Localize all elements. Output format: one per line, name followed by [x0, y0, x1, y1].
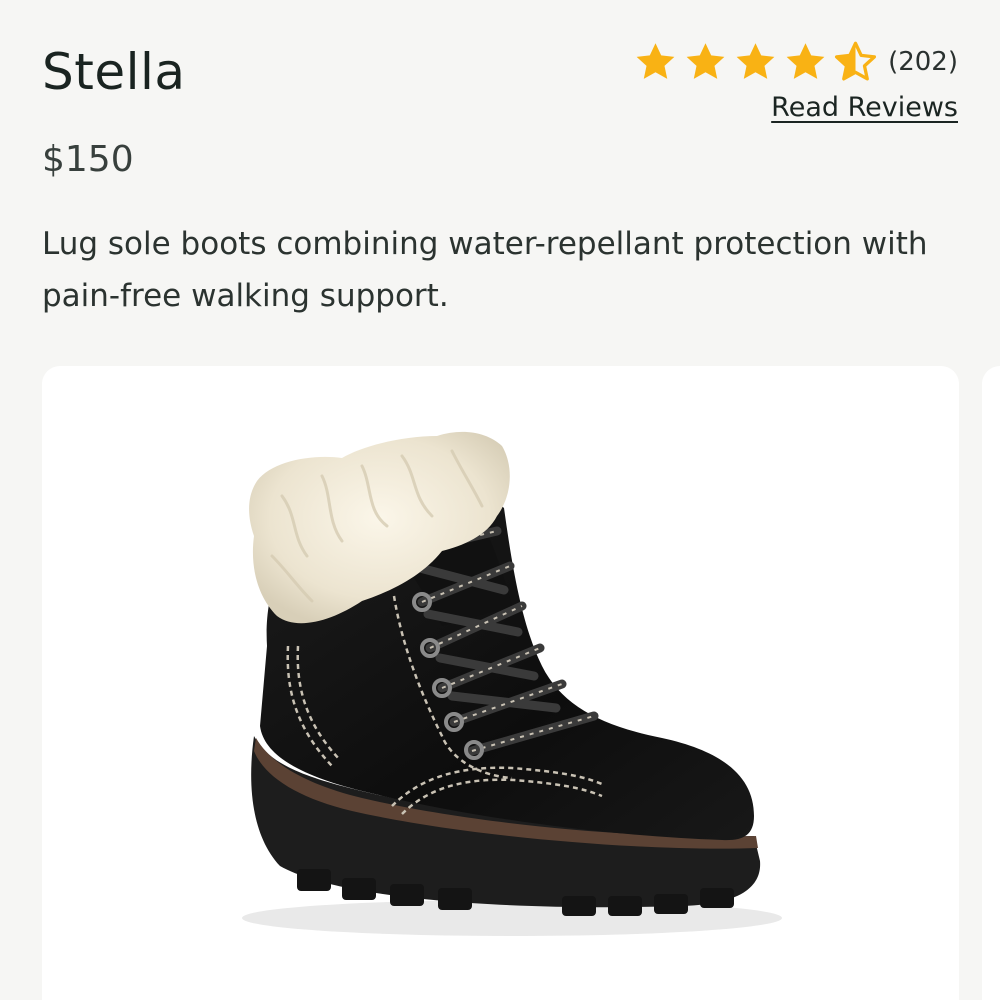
review-count: (202) [888, 47, 958, 77]
star-full-icon [783, 40, 828, 84]
star-half-icon [833, 40, 878, 84]
star-full-icon [633, 40, 678, 84]
product-title: Stella [42, 43, 186, 101]
product-description: Lug sole boots combining water-repellant… [42, 226, 928, 314]
star-full-icon [683, 40, 728, 84]
read-reviews-link[interactable]: Read Reviews [771, 92, 958, 123]
next-image-card[interactable] [982, 366, 1000, 1000]
product-image-card[interactable] [42, 366, 959, 1000]
product-detail-page: Stella (202) Read Reviews $150 Lug sole … [0, 0, 1000, 1000]
star-rating [633, 40, 878, 84]
star-full-icon [733, 40, 778, 84]
boot-product-image [242, 431, 782, 936]
rating-summary[interactable]: (202) [633, 40, 958, 84]
product-price: $150 [42, 139, 134, 180]
